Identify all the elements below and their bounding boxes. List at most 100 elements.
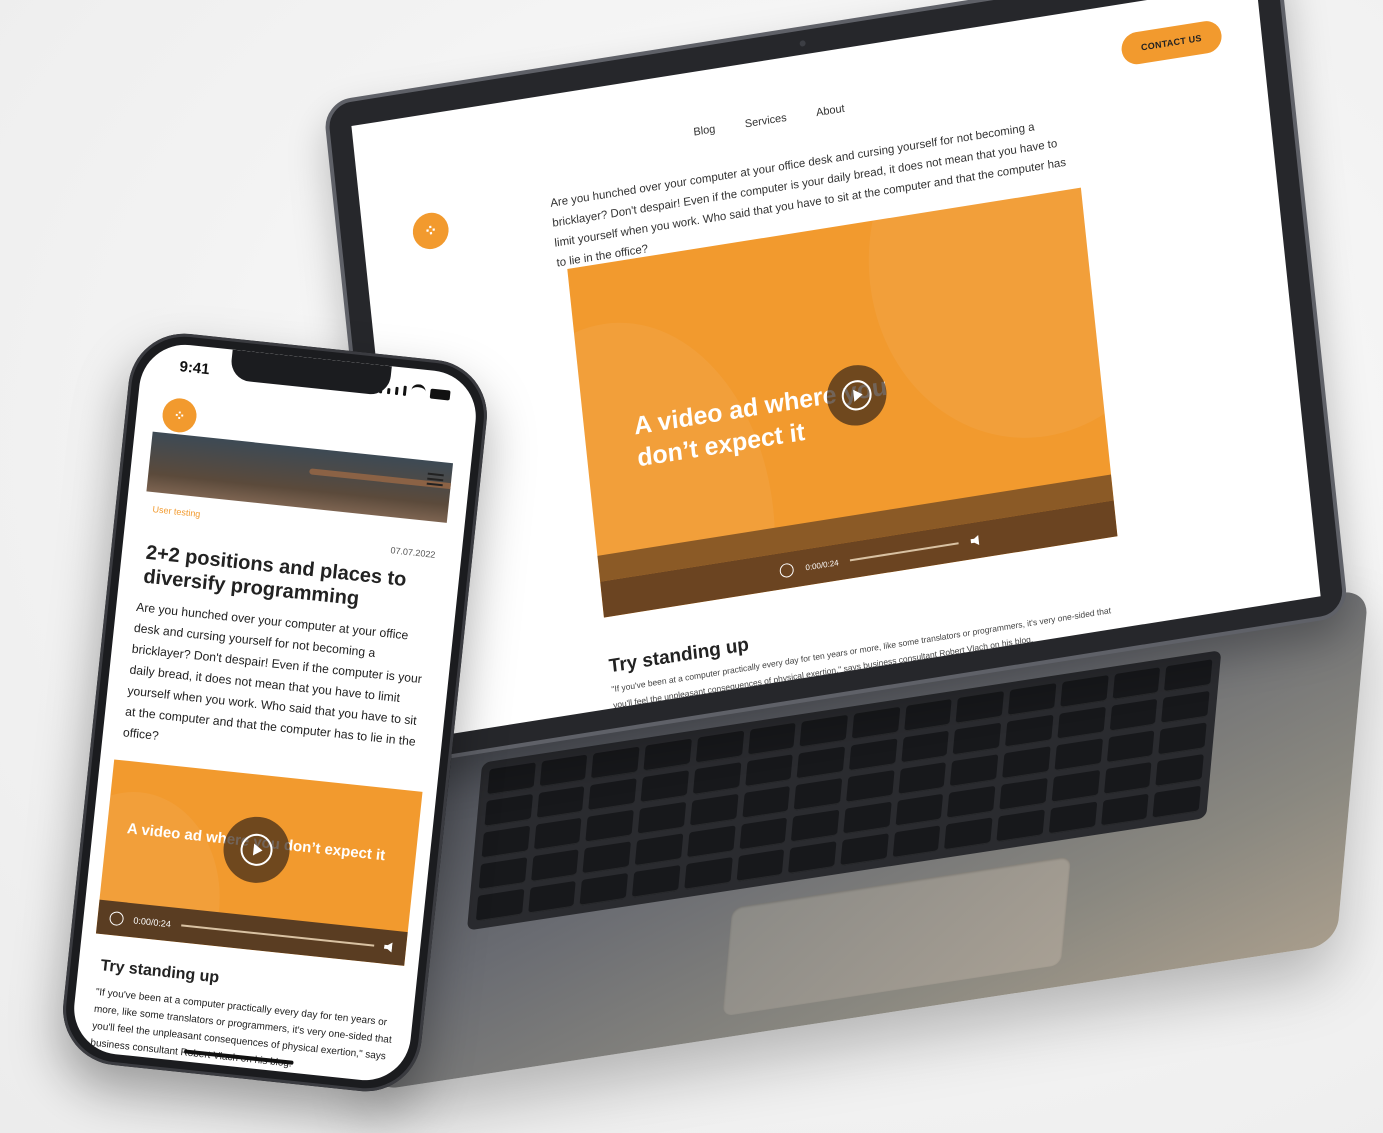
- battery-icon: [429, 388, 451, 401]
- keyboard-key: [903, 698, 953, 732]
- keyboard-key: [796, 746, 846, 780]
- keyboard-key: [736, 849, 785, 882]
- keyboard-key: [637, 801, 687, 835]
- keyboard-key: [895, 793, 944, 827]
- keyboard-key: [527, 880, 577, 914]
- status-icons: [378, 380, 451, 401]
- keyboard-key: [481, 825, 530, 859]
- play-icon[interactable]: [779, 562, 795, 579]
- keyboard-key: [1060, 675, 1109, 708]
- article-body: Are you hunched over your computer at yo…: [122, 600, 423, 750]
- article-date: 07.07.2022: [390, 545, 436, 560]
- keyboard-key: [1164, 659, 1213, 692]
- keyboard-key: [579, 872, 629, 906]
- keyboard-key: [1155, 754, 1204, 787]
- keyboard-key: [684, 857, 733, 890]
- main-nav: Blog Services About: [693, 103, 845, 139]
- keyboard-key: [695, 730, 744, 764]
- video-progress-bar[interactable]: [180, 924, 375, 947]
- keyboard-key: [1051, 769, 1100, 803]
- keyboard-key: [1100, 793, 1149, 827]
- play-icon[interactable]: [220, 813, 293, 887]
- article-category[interactable]: User testing: [152, 504, 201, 519]
- keyboard-key: [788, 841, 837, 874]
- video-time: 0:00/0:24: [805, 557, 839, 572]
- logo-icon[interactable]: ⁘: [160, 396, 199, 435]
- keyboard-key: [999, 777, 1048, 811]
- keyboard-key: [643, 738, 692, 772]
- keyboard-key: [739, 817, 788, 851]
- keyboard-key: [947, 785, 996, 819]
- keyboard-key: [843, 801, 892, 835]
- nav-item-blog[interactable]: Blog: [693, 123, 716, 138]
- keyboard-key: [689, 793, 739, 827]
- keyboard-key: [791, 809, 840, 843]
- keyboard-key: [692, 762, 741, 795]
- keyboard-key: [996, 809, 1045, 843]
- status-time: 9:41: [178, 358, 211, 379]
- signal-icon: [402, 385, 407, 396]
- volume-icon[interactable]: [970, 535, 981, 547]
- menu-icon[interactable]: [426, 472, 444, 487]
- keyboard-key: [686, 825, 736, 859]
- keyboard-key: [478, 857, 527, 890]
- camera-dot: [799, 39, 806, 47]
- keyboard-key: [846, 770, 895, 803]
- keyboard-key: [539, 754, 588, 788]
- keyboard-key: [475, 888, 525, 922]
- keyboard-key: [1008, 683, 1057, 716]
- keyboard-key: [848, 738, 898, 772]
- keyboard-key: [536, 786, 585, 819]
- logo-icon[interactable]: ⁘: [411, 210, 451, 252]
- nav-item-about[interactable]: About: [816, 103, 846, 119]
- keyboard-key: [1054, 738, 1103, 772]
- keyboard-key: [484, 793, 533, 827]
- section-heading: Try standing up: [99, 957, 220, 987]
- signal-icon: [386, 387, 391, 395]
- keyboard-key: [582, 841, 632, 875]
- play-icon[interactable]: [108, 910, 125, 927]
- device-mockup-scene: ⁘ Blog Services About CONTACT US Are you…: [0, 0, 1383, 1133]
- keyboard-key: [1103, 762, 1152, 795]
- keyboard-key: [950, 754, 999, 787]
- keyboard-key: [640, 770, 689, 803]
- keyboard-key: [585, 809, 634, 843]
- laptop-device: ⁘ Blog Services About CONTACT US Are you…: [322, 0, 1369, 1092]
- keyboard-key: [530, 849, 580, 882]
- keyboard-key: [1152, 785, 1201, 819]
- video-player[interactable]: A video ad where you don’t expect it 0:0…: [95, 759, 423, 966]
- keyboard-key: [1112, 667, 1161, 700]
- keyboard-key: [632, 865, 681, 898]
- wifi-icon: [410, 383, 427, 398]
- keyboard-key: [953, 722, 1002, 756]
- keyboard-key: [1005, 714, 1054, 748]
- keyboard-key: [1161, 690, 1210, 724]
- keyboard-key: [793, 777, 843, 811]
- keyboard-key: [1048, 801, 1097, 835]
- nav-item-services[interactable]: Services: [744, 112, 787, 131]
- contact-us-button[interactable]: CONTACT US: [1119, 18, 1224, 67]
- keyboard-key: [1109, 698, 1158, 732]
- laptop-screen: ⁘ Blog Services About CONTACT US Are you…: [351, 0, 1321, 740]
- video-progress-bar[interactable]: [850, 542, 960, 562]
- keyboard-key: [533, 817, 582, 851]
- keyboard-key: [634, 833, 684, 867]
- keyboard-key: [747, 722, 796, 756]
- keyboard-key: [840, 833, 889, 866]
- keyboard-key: [898, 762, 947, 795]
- keyboard-key: [1106, 730, 1155, 764]
- keyboard-key: [892, 825, 941, 859]
- keyboard-key: [1057, 706, 1106, 740]
- keyboard-key: [591, 746, 640, 780]
- phone-device: 9:41 ⁘ User testing 07.07.2022 2+2 posit…: [57, 328, 493, 1097]
- keyboard-key: [741, 785, 791, 819]
- keyboard-key: [744, 754, 794, 788]
- keyboard-key: [799, 714, 848, 748]
- keyboard-key: [900, 730, 950, 764]
- volume-icon[interactable]: [384, 942, 395, 953]
- keyboard-key: [955, 690, 1005, 724]
- keyboard-key: [944, 817, 993, 851]
- signal-icon: [394, 386, 399, 396]
- keyboard-key: [588, 778, 637, 811]
- keyboard-key: [487, 762, 536, 796]
